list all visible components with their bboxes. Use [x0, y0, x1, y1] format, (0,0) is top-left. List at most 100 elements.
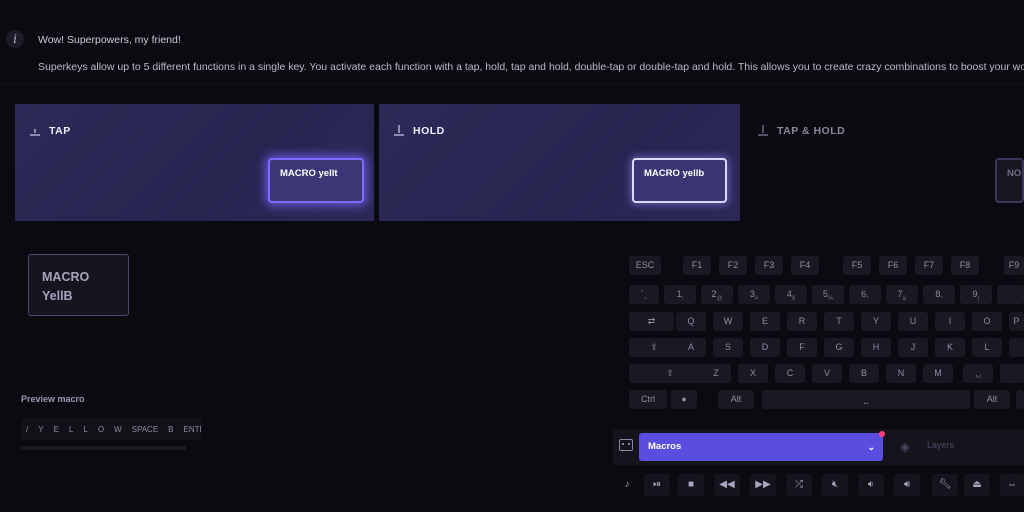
- key-f9[interactable]: F9: [1004, 256, 1024, 275]
- key-n[interactable]: N: [886, 364, 916, 383]
- hold-label: HOLD: [413, 125, 445, 137]
- key-caps[interactable]: ⇪: [629, 338, 679, 357]
- key-b[interactable]: B: [849, 364, 879, 383]
- key-alt[interactable]: Alt: [718, 390, 754, 409]
- key-9[interactable]: 9(: [960, 285, 992, 304]
- play-pause-icon[interactable]: ⏯: [644, 474, 670, 496]
- music-note-icon[interactable]: ♪: [614, 474, 640, 496]
- key-os[interactable]: ●: [671, 390, 697, 409]
- tap-hold-label: TAP & HOLD: [777, 125, 846, 137]
- key-e[interactable]: E: [750, 312, 780, 331]
- key-fn[interactable]: [1016, 390, 1024, 409]
- key-y[interactable]: Y: [861, 312, 891, 331]
- tap-macro-key[interactable]: MACRO yellt: [268, 158, 364, 203]
- volume-up-icon[interactable]: 🔊︎: [894, 474, 920, 496]
- key-alt-right[interactable]: Alt: [974, 390, 1010, 409]
- key-o[interactable]: O: [972, 312, 1002, 331]
- key-m[interactable]: M: [923, 364, 953, 383]
- key-f[interactable]: F: [787, 338, 817, 357]
- key-i[interactable]: I: [935, 312, 965, 331]
- stop-icon[interactable]: ■: [678, 474, 704, 496]
- layers-label[interactable]: Layers: [927, 440, 954, 450]
- key-category-bar: Macros ⌄ ◈ Layers: [613, 429, 1024, 465]
- rewind-icon[interactable]: ◀◀: [714, 474, 740, 496]
- macro-step: L: [83, 424, 88, 434]
- key-4[interactable]: 4$: [775, 285, 807, 304]
- eject-icon[interactable]: ⏏: [964, 474, 990, 496]
- key-c[interactable]: C: [775, 364, 805, 383]
- key-x[interactable]: X: [738, 364, 768, 383]
- divider: [0, 84, 1024, 85]
- key-g[interactable]: G: [824, 338, 854, 357]
- key-ctrl[interactable]: Ctrl: [629, 390, 667, 409]
- preview-macro-sequence: / Y E L L O W SPACE B ENTE: [21, 418, 201, 440]
- mute-icon[interactable]: 🔇︎: [822, 474, 848, 496]
- preview-progress-track: [21, 446, 186, 450]
- key-8[interactable]: 8*: [923, 285, 955, 304]
- category-dropdown-value: Macros: [648, 441, 682, 452]
- key-j[interactable]: J: [898, 338, 928, 357]
- key-2[interactable]: 2@: [701, 285, 733, 304]
- key-1[interactable]: 1!: [664, 285, 696, 304]
- key-space[interactable]: ⎵: [762, 390, 970, 409]
- key-5[interactable]: 5%: [812, 285, 844, 304]
- key-q[interactable]: Q: [676, 312, 706, 331]
- key-l[interactable]: L: [972, 338, 1002, 357]
- key-f2[interactable]: F2: [719, 256, 747, 275]
- key-esc[interactable]: ESC: [629, 256, 661, 275]
- key-u[interactable]: U: [898, 312, 928, 331]
- arrows-icon[interactable]: ⇔: [1000, 474, 1024, 496]
- macro-step: Y: [38, 424, 44, 434]
- notification-dot: [879, 431, 885, 437]
- key-t[interactable]: T: [824, 312, 854, 331]
- key-f6[interactable]: F6: [879, 256, 907, 275]
- key-k[interactable]: K: [935, 338, 965, 357]
- category-dropdown[interactable]: Macros ⌄: [639, 431, 885, 461]
- key-7[interactable]: 7&: [886, 285, 918, 304]
- info-title: Wow! Superpowers, my friend!: [38, 34, 181, 46]
- key-f4[interactable]: F4: [791, 256, 819, 275]
- key-f1[interactable]: F1: [683, 256, 711, 275]
- tap-hold-macro-key[interactable]: NO K: [995, 158, 1024, 203]
- key-3[interactable]: 3#: [738, 285, 770, 304]
- key-tab[interactable]: ⇄: [629, 312, 674, 331]
- tap-hold-icon: [757, 123, 769, 137]
- preview-key-line2: YellB: [42, 289, 73, 303]
- fast-forward-icon[interactable]: ▶▶: [750, 474, 776, 496]
- key-a[interactable]: A: [676, 338, 706, 357]
- key-h[interactable]: H: [861, 338, 891, 357]
- hold-panel[interactable]: HOLD MACRO yellb: [379, 104, 740, 221]
- macro-step: SPACE: [131, 424, 159, 434]
- layers-icon[interactable]: ◈: [900, 439, 910, 455]
- tap-label: TAP: [49, 125, 71, 137]
- key-6[interactable]: 6^: [849, 285, 881, 304]
- key-d[interactable]: D: [750, 338, 780, 357]
- info-icon: i: [6, 30, 24, 48]
- key-shift[interactable]: ⇧: [629, 364, 711, 383]
- keyboard: ESC F1 F2 F3 F4 F5 F6 F7 F8 F9 `~ 1! 2@ …: [614, 250, 1024, 420]
- key-s[interactable]: S: [713, 338, 743, 357]
- key-semicolon[interactable]: [1009, 338, 1024, 357]
- key-w[interactable]: W: [713, 312, 743, 331]
- wrench-icon[interactable]: 🔧︎: [932, 474, 958, 496]
- volume-down-icon[interactable]: 🔉︎: [858, 474, 884, 496]
- key-v[interactable]: V: [812, 364, 842, 383]
- tap-icon: [29, 123, 41, 137]
- key-backtick[interactable]: `~: [629, 285, 659, 304]
- key-f5[interactable]: F5: [843, 256, 871, 275]
- key-z[interactable]: Z: [701, 364, 731, 383]
- key-p[interactable]: P: [1009, 312, 1024, 331]
- media-keys-row: ♪ ⏯ ■ ◀◀ ▶▶ ⤮ 🔇︎ 🔉︎ 🔊︎ 🔧︎ ⏏ ⇔: [614, 470, 1024, 500]
- key-f8[interactable]: F8: [951, 256, 979, 275]
- key-f3[interactable]: F3: [755, 256, 783, 275]
- key-period[interactable]: [1000, 364, 1024, 383]
- shuffle-icon[interactable]: ⤮: [786, 474, 812, 496]
- tap-panel[interactable]: TAP MACRO yellt: [15, 104, 374, 221]
- key-f7[interactable]: F7: [915, 256, 943, 275]
- preview-macro-title: Preview macro: [21, 394, 85, 404]
- key-0[interactable]: [997, 285, 1024, 304]
- key-r[interactable]: R: [787, 312, 817, 331]
- hold-macro-key[interactable]: MACRO yellb: [632, 158, 727, 203]
- key-comma[interactable]: ,<: [963, 364, 993, 383]
- tap-hold-panel[interactable]: TAP & HOLD NO K: [743, 104, 1024, 221]
